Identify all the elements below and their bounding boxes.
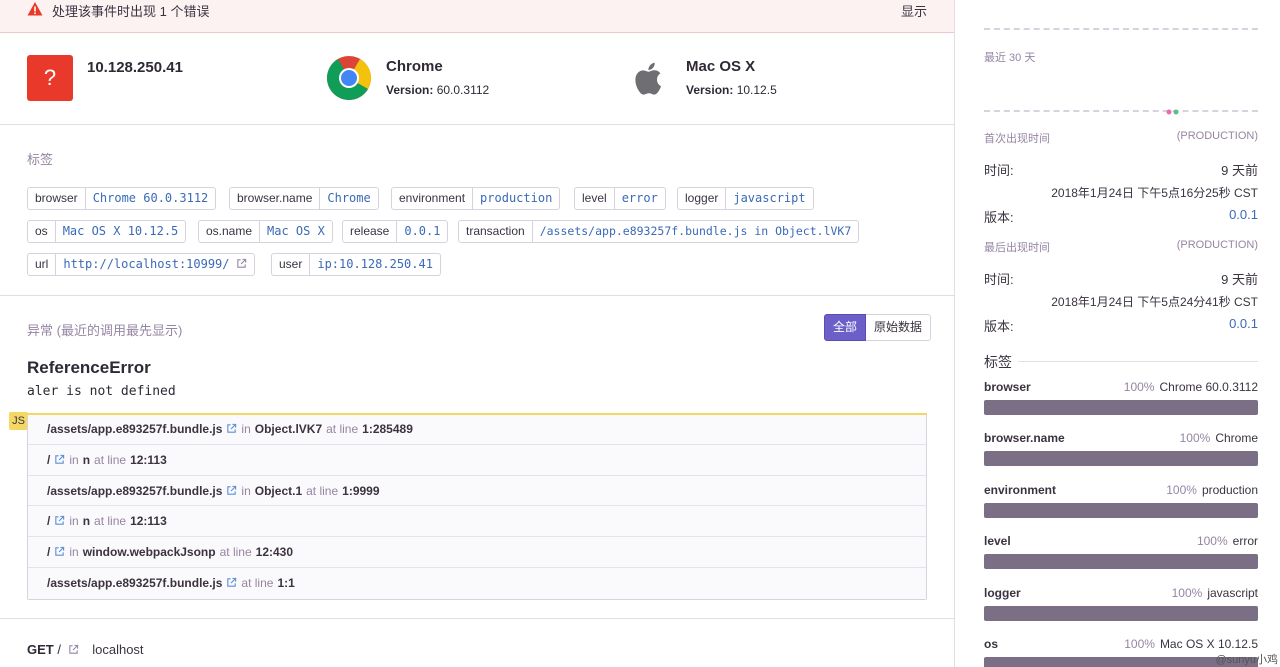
apple-icon [635,62,662,95]
tag-level[interactable]: level error [574,187,666,210]
first-seen-label: 首次出现时间 [984,133,1050,145]
stacktrace-highlight [27,413,927,415]
os-name: Mac OS X [686,58,756,75]
request-path[interactable]: / [57,642,61,657]
first-seen-time-label: 时间: [984,163,1014,178]
exception-value: aler is not defined [27,384,176,399]
last-seen-label: 最后出现时间 [984,242,1050,254]
external-link-icon[interactable] [226,423,237,434]
first-seen-time: 9 天前 [1221,163,1258,178]
last-seen-time-label: 时间: [984,272,1014,287]
last-30-days-label: 最近 30 天 [984,52,1036,64]
tag-user[interactable]: user ip:10.128.250.41 [271,253,441,276]
external-link-icon[interactable] [236,258,247,269]
os-version: Version: 10.12.5 [686,83,777,97]
first-seen-release-label: 版本: [984,210,1014,225]
external-link-icon[interactable] [226,577,237,588]
stack-frame[interactable]: /assets/app.e893257f.bundle.js at line 1:1 [28,567,926,599]
stack-frame[interactable]: /assets/app.e893257f.bundle.js in Object.1… [28,475,926,507]
last-seen-date: 2018年1月24日 下午5点24分41秒 CST [1051,295,1258,309]
exception-title: 异常 (最近的调用最先显示) [27,323,183,338]
chrome-icon [327,56,371,100]
sparkline-point [1166,109,1179,115]
external-link-icon[interactable] [68,644,79,655]
warning-icon [27,2,43,16]
first-seen-date: 2018年1月24日 下午5点16分25秒 CST [1051,186,1258,200]
error-banner-message: 处理该事件时出现 1 个错误 [52,4,210,19]
sidebar-tags-title: 标签 [984,354,1012,370]
external-link-icon[interactable] [54,454,65,465]
external-link-icon[interactable] [54,515,65,526]
browser-version: Version: 60.0.3112 [386,83,490,97]
first-seen-env: (PRODUCTION) [1176,130,1258,142]
question-mark-icon: ? [27,55,73,101]
first-seen-release[interactable]: 0.0.1 [1229,207,1258,222]
tag-url[interactable]: url http://localhost:10999/ [27,253,255,276]
event-sidebar: 最近 30 天 首次出现时间 (PRODUCTION) 时间: 9 天前 201… [956,0,1280,667]
last-seen-release-label: 版本: [984,319,1014,334]
request-method: GET [27,642,54,657]
external-link-icon[interactable] [226,485,237,496]
tag-os-name[interactable]: os.name Mac OS X [198,220,333,243]
tag-release[interactable]: release 0.0.1 [342,220,449,243]
toggle-raw-button[interactable]: 原始数据 [866,314,932,341]
sparkline-30d [984,110,1258,112]
exception-view-toggle: 全部 原始数据 [824,314,932,341]
tag-environment[interactable]: environment production [391,187,561,210]
stack-frame[interactable]: /assets/app.e893257f.bundle.js in Object.l… [28,414,926,445]
stack-frame[interactable]: / in n at line 12:113 [28,444,926,476]
exception-type: ReferenceError [27,358,151,377]
exception-section: 异常 (最近的调用最先显示) 全部 原始数据 ReferenceError al… [0,296,954,619]
toggle-all-button[interactable]: 全部 [824,314,867,341]
tag-browser[interactable]: browser Chrome 60.0.3112 [27,187,217,210]
divider [1018,361,1258,362]
show-errors-button[interactable]: 显示 [901,1,927,20]
tags-title: 标签 [27,152,54,167]
watermark: @sunyu小鸡 [1215,654,1278,666]
event-main: 处理该事件时出现 1 个错误 显示 ? 10.128.250.41 Chrome… [0,0,955,667]
tag-browser-name[interactable]: browser.name Chrome [229,187,379,210]
tags-section: 标签 browser Chrome 60.0.3112 browser.name C… [0,125,954,296]
request-host: localhost [92,642,144,657]
last-seen-time: 9 天前 [1221,272,1258,287]
stacktrace: /assets/app.e893257f.bundle.js in Object.l… [27,413,927,600]
browser-name: Chrome [386,58,443,75]
tag-logger[interactable]: logger javascript [677,187,814,210]
last-seen-release[interactable]: 0.0.1 [1229,316,1258,331]
sparkline-24h [984,28,1258,30]
error-banner: 处理该事件时出现 1 个错误 显示 [0,0,954,33]
user-ip: 10.128.250.41 [87,59,183,76]
stack-frame[interactable]: / in window.webpackJsonp at line 12:430 [28,537,926,568]
stack-frame[interactable]: / in n at line 12:113 [28,506,926,538]
external-link-icon[interactable] [54,546,65,557]
context-summary: ? 10.128.250.41 Chrome Version: 60.0.311… [0,33,954,125]
request-summary: GET / localhost [27,642,144,657]
tag-transaction[interactable]: transaction/assets/app.e893257f.bundle.j… [458,220,860,243]
last-seen-env: (PRODUCTION) [1176,239,1258,251]
tag-os[interactable]: os Mac OS X 10.12.5 [27,220,187,243]
platform-badge: JS [9,412,28,430]
